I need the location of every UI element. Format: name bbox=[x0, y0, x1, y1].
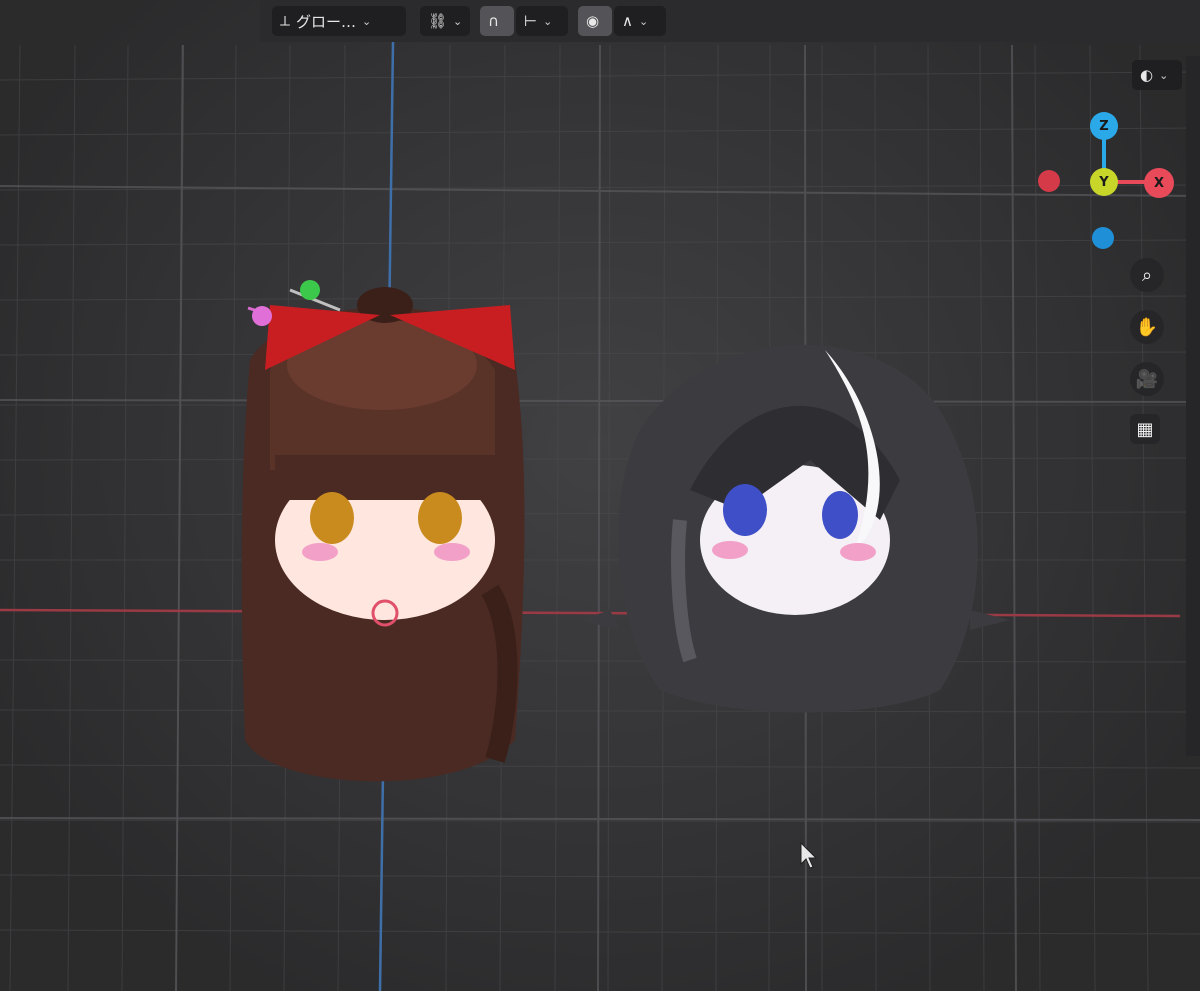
character-model-right[interactable] bbox=[580, 310, 1010, 720]
gizmo-x-axis[interactable]: X bbox=[1144, 168, 1174, 198]
snap-toggle[interactable]: ∩ bbox=[480, 6, 514, 36]
gizmo-y-axis[interactable]: Y bbox=[1090, 168, 1118, 196]
proportional-editing-icon: ◉ bbox=[586, 12, 600, 30]
camera-icon[interactable]: 🎥 bbox=[1130, 362, 1164, 396]
falloff-curve-icon: ∧ bbox=[622, 12, 633, 30]
chevron-down-icon: ⌄ bbox=[453, 14, 463, 28]
chevron-down-icon: ⌄ bbox=[638, 14, 649, 28]
snap-target-icon: ⊢ bbox=[524, 12, 538, 30]
grid-view-icon[interactable]: ▦ bbox=[1130, 414, 1160, 444]
chevron-down-icon: ⌄ bbox=[1159, 68, 1169, 82]
chevron-down-icon: ⌄ bbox=[543, 14, 553, 28]
viewport-shading-dropdown[interactable]: ◐ ⌄ bbox=[1132, 60, 1182, 90]
chevron-down-icon: ⌄ bbox=[362, 14, 372, 28]
snap-target-dropdown[interactable]: ⊢ ⌄ bbox=[516, 6, 568, 36]
viewport-header: ⟂ グロー… ⌄ ⛓ ⌄ ∩ ⊢ ⌄ ◉ ∧ ⌄ bbox=[260, 0, 1200, 42]
zoom-icon[interactable]: ⌕ bbox=[1130, 258, 1164, 292]
snap-magnet-icon: ⛓ bbox=[428, 12, 448, 30]
pan-hand-icon[interactable]: ✋ bbox=[1130, 310, 1164, 344]
character-model-left[interactable] bbox=[230, 270, 540, 810]
pivot-icon: ⟂ bbox=[280, 12, 291, 30]
gizmo-z-axis[interactable]: Z bbox=[1090, 112, 1118, 140]
mouse-cursor-icon bbox=[800, 842, 818, 869]
3d-viewport[interactable]: ⟂ グロー… ⌄ ⛓ ⌄ ∩ ⊢ ⌄ ◉ ∧ ⌄ ◐ ⌄ Z Y X ⌕ ✋ 🎥… bbox=[0, 0, 1200, 991]
overlay-icon: ◐ bbox=[1140, 66, 1154, 84]
falloff-dropdown[interactable]: ∧ ⌄ bbox=[614, 6, 666, 36]
gizmo-neg-z-axis[interactable] bbox=[1092, 227, 1114, 249]
snap-dropdown[interactable]: ⛓ ⌄ bbox=[420, 6, 470, 36]
gizmo-neg-x-axis[interactable] bbox=[1038, 170, 1060, 192]
transform-pivot-dropdown[interactable]: ⟂ グロー… ⌄ bbox=[272, 6, 406, 36]
pivot-label: グロー… bbox=[296, 12, 357, 31]
proportional-editing-toggle[interactable]: ◉ bbox=[578, 6, 612, 36]
snap-magnet-icon: ∩ bbox=[488, 12, 499, 30]
